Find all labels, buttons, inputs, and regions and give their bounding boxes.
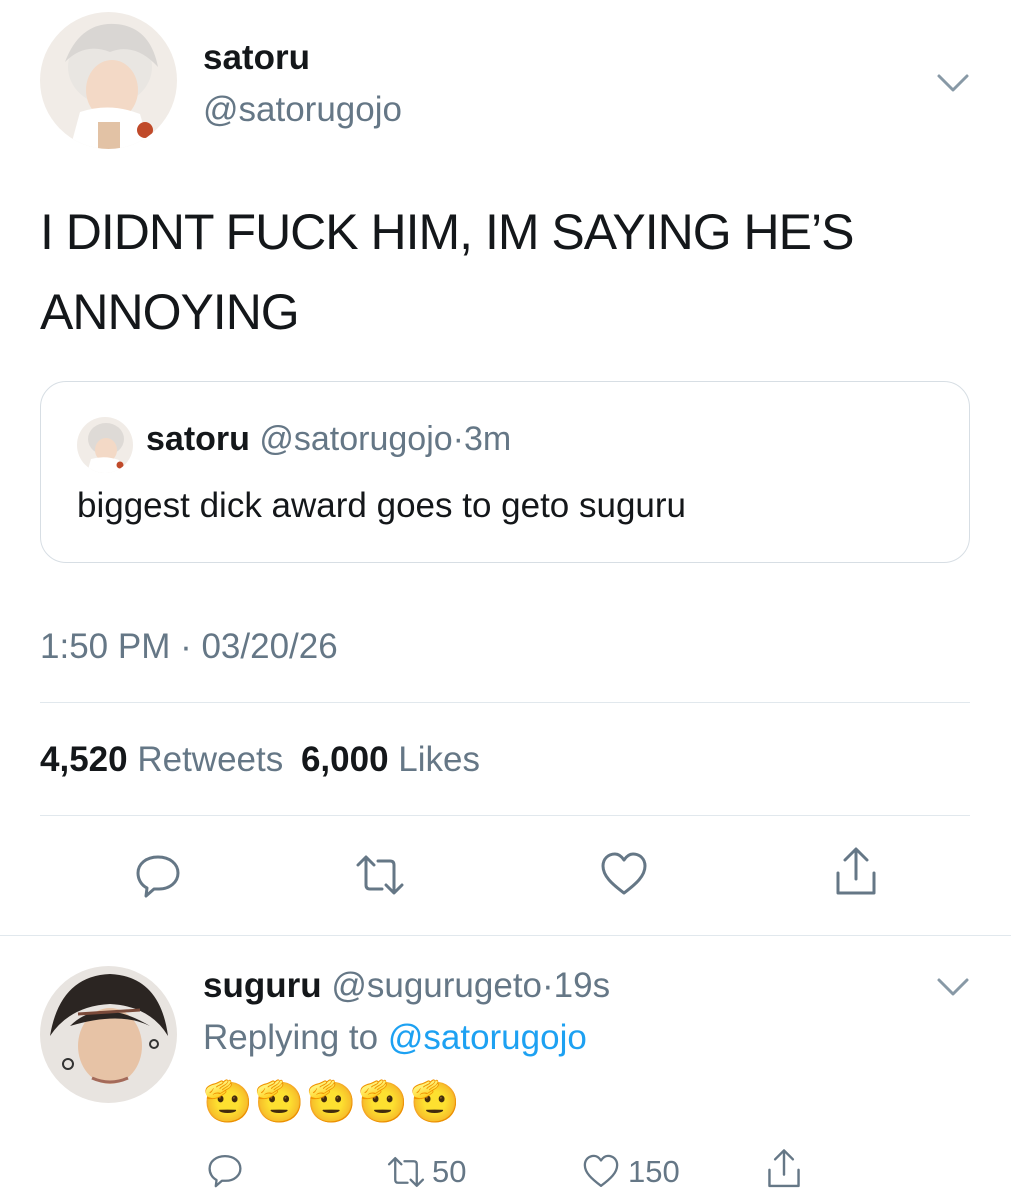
- quoted-time: 3m: [464, 420, 512, 458]
- reply-header: suguru @sugurugeto·19s: [203, 966, 610, 1006]
- reply-share-button[interactable]: [760, 1143, 808, 1195]
- likes-label[interactable]: Likes: [398, 740, 480, 779]
- author-handle[interactable]: @satorugojo: [203, 90, 402, 130]
- reply-reply-button[interactable]: [203, 1145, 247, 1195]
- reply-like-button[interactable]: 150: [580, 1148, 680, 1196]
- replying-prefix: Replying to: [203, 1018, 379, 1057]
- share-icon: [768, 1149, 800, 1188]
- retweets-count[interactable]: 4,520: [40, 740, 128, 779]
- reply-menu-chevron[interactable]: [933, 972, 973, 1002]
- reply-separator: ·: [542, 966, 554, 1005]
- retweet-icon: [387, 1157, 425, 1187]
- reply-icon: [208, 1155, 242, 1188]
- reply-display-name[interactable]: suguru: [203, 966, 322, 1005]
- divider-bottom: [0, 935, 1011, 936]
- author-display-name[interactable]: satoru: [203, 38, 310, 78]
- retweets-label[interactable]: Retweets: [137, 740, 283, 779]
- quoted-author-avatar: [77, 417, 133, 473]
- reply-like-count: 150: [628, 1154, 680, 1189]
- author-avatar[interactable]: [40, 12, 177, 149]
- reply-text: 🫡🫡🫡🫡🫡: [203, 1080, 463, 1124]
- quoted-text: biggest dick award goes to geto suguru: [77, 486, 686, 525]
- reply-handle[interactable]: @sugurugeto: [331, 966, 542, 1005]
- tweet-text: I DIDNT FUCK HIM, IM SAYING HE’S ANNOYIN…: [40, 204, 854, 340]
- tweet-menu-chevron[interactable]: [933, 68, 973, 98]
- quoted-header: satoru @satorugojo·3m: [146, 420, 511, 459]
- quoted-separator: ·: [452, 420, 464, 458]
- likes-count[interactable]: 6,000: [301, 740, 389, 779]
- share-button[interactable]: [826, 845, 886, 899]
- chevron-down-icon: [937, 74, 969, 92]
- chevron-down-icon: [937, 978, 969, 996]
- replying-to-line: Replying to @satorugojo: [203, 1018, 587, 1058]
- reply-retweet-button[interactable]: 50: [384, 1148, 466, 1196]
- replying-to-link[interactable]: @satorugojo: [388, 1018, 587, 1057]
- tweet-stats: 4,520 Retweets 6,000 Likes: [40, 740, 480, 780]
- reply-icon: [136, 855, 180, 898]
- heart-icon: [601, 852, 647, 895]
- divider-middle: [40, 815, 970, 816]
- divider-top: [40, 702, 970, 703]
- like-button[interactable]: [594, 848, 654, 902]
- quoted-display-name: satoru: [146, 420, 250, 458]
- retweet-icon: [356, 855, 404, 895]
- quoted-tweet-card[interactable]: satoru @satorugojo·3m biggest dick award…: [40, 381, 970, 563]
- heart-icon: [583, 1154, 619, 1187]
- retweet-button[interactable]: [350, 848, 410, 902]
- quoted-handle: @satorugojo: [259, 420, 453, 458]
- reply-time: 19s: [553, 966, 611, 1005]
- reply-button[interactable]: [128, 848, 188, 902]
- share-icon: [836, 847, 876, 895]
- reply-retweet-count: 50: [432, 1154, 467, 1189]
- reply-author-avatar[interactable]: [40, 966, 177, 1103]
- tweet-timestamp[interactable]: 1:50 PM · 03/20/26: [40, 627, 338, 667]
